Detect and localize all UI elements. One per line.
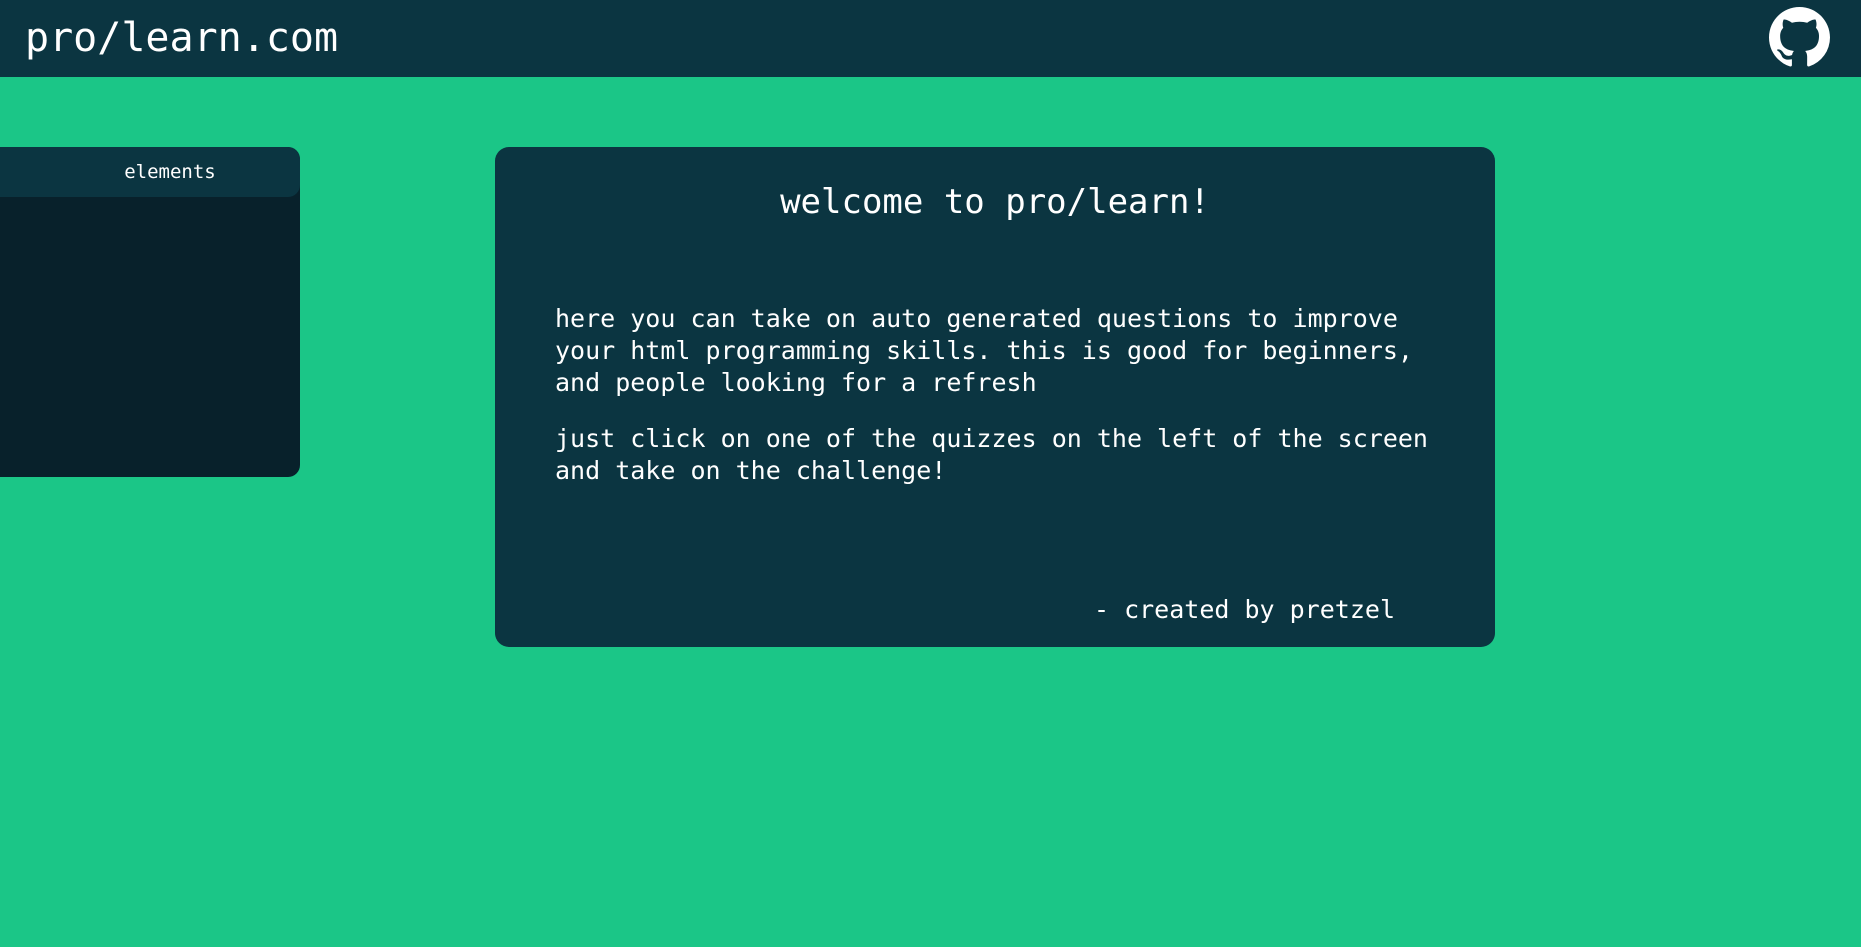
welcome-title: welcome to pro/learn! (780, 182, 1210, 222)
quiz-sidebar: elements (0, 147, 300, 477)
site-title[interactable]: pro/learn.com (25, 13, 338, 63)
sidebar-header-label: elements (124, 161, 216, 183)
author-credit: - created by pretzel (1093, 595, 1395, 624)
welcome-card: welcome to pro/learn! here you can take … (495, 147, 1495, 647)
instructions-paragraph: just click on one of the quizzes on the … (555, 424, 1428, 485)
intro-paragraph: here you can take on auto generated ques… (555, 304, 1413, 397)
github-icon[interactable] (1769, 7, 1830, 68)
welcome-body: here you can take on auto generated ques… (555, 303, 1435, 511)
top-navigation-bar: pro/learn.com (0, 0, 1861, 77)
sidebar-header[interactable]: elements (0, 147, 300, 197)
